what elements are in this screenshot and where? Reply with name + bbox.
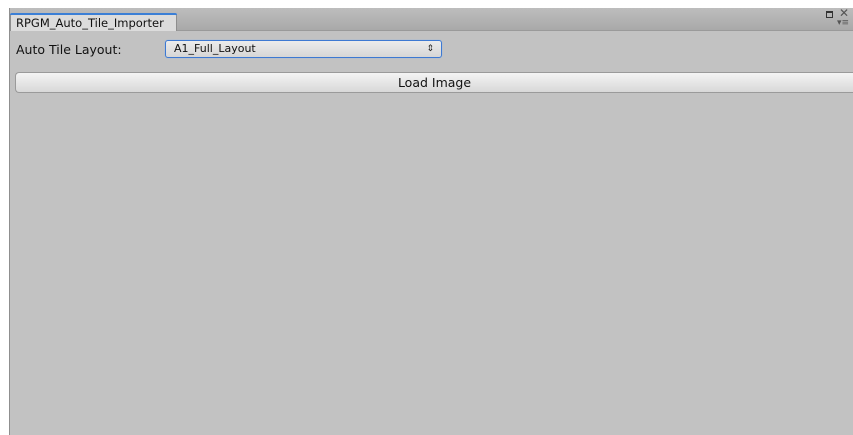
tab-title: RPGM_Auto_Tile_Importer <box>16 16 164 30</box>
tab-menu-icon[interactable]: ▾≡ <box>837 19 849 28</box>
auto-tile-layout-dropdown[interactable]: A1_Full_Layout ⇕ <box>165 40 442 58</box>
load-image-button[interactable]: Load Image <box>15 72 853 93</box>
window-controls: ✕ ▾≡ <box>821 7 851 30</box>
tab-rpgm-auto-tile-importer[interactable]: RPGM_Auto_Tile_Importer <box>10 13 177 31</box>
maximize-icon[interactable] <box>826 11 833 18</box>
dropdown-selected-value: A1_Full_Layout <box>174 42 256 55</box>
auto-tile-layout-label: Auto Tile Layout: <box>16 42 122 57</box>
host-page-strip <box>0 0 853 8</box>
content-area <box>10 96 853 435</box>
editor-window: RPGM_Auto_Tile_Importer ✕ ▾≡ Auto Tile L… <box>9 7 853 435</box>
tab-bar: RPGM_Auto_Tile_Importer ✕ ▾≡ <box>10 7 853 31</box>
dropdown-arrows-icon: ⇕ <box>426 44 434 54</box>
